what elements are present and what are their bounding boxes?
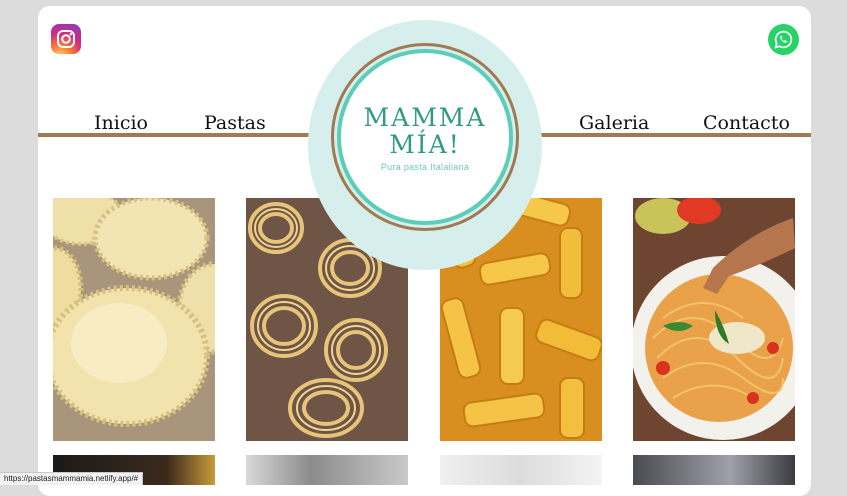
- spaghetti-illustration: [633, 198, 795, 441]
- instagram-icon: [57, 30, 75, 48]
- nav-line-left: [38, 133, 338, 137]
- logo-title-line2: MÍA!: [389, 130, 461, 159]
- logo-title[interactable]: MAMMA MÍA!: [337, 104, 513, 158]
- status-bar-url: https://pastasmammamia.netlify.app/#: [0, 472, 144, 485]
- nav-pastas[interactable]: Pastas: [204, 112, 266, 134]
- whatsapp-link[interactable]: [768, 24, 799, 55]
- spaghetti-plate-photo: [633, 198, 795, 441]
- nav-galeria[interactable]: Galeria: [579, 112, 649, 134]
- nav-inicio[interactable]: Inicio: [94, 112, 148, 134]
- logo-title-line1: MAMMA: [363, 103, 487, 132]
- gallery-photo-row2-4: [633, 455, 795, 485]
- gallery-photo-row2-3: [440, 455, 602, 485]
- ravioli-photo: [53, 198, 215, 441]
- logo-subtitle: Pura pasta Italaliana: [380, 162, 470, 172]
- nav-contacto[interactable]: Contacto: [703, 112, 790, 134]
- gallery-photo-row2-2: [246, 455, 408, 485]
- ravioli-illustration: [53, 198, 215, 441]
- instagram-link[interactable]: [51, 24, 81, 54]
- whatsapp-icon: [774, 30, 793, 49]
